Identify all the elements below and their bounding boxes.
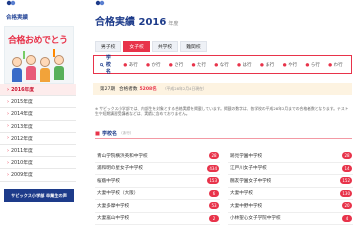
school-row[interactable]: 浦和明の星女子中学校 434 xyxy=(95,163,220,175)
year-item-2011[interactable]: › 2011年度 xyxy=(0,144,76,158)
result-label: 合格者数 xyxy=(119,87,138,92)
year-item-2012[interactable]: › 2012年度 xyxy=(0,132,76,145)
count-badge: 434 xyxy=(207,164,219,172)
chevron-right-icon: › xyxy=(7,147,9,154)
term-label: 第27期 xyxy=(100,87,116,92)
kana-filter-ma[interactable]: ● ま行 xyxy=(260,62,274,68)
school-type-tabs: 男子校 女子校 共学校 難関校 xyxy=(95,41,207,52)
graduate-voices-button[interactable]: サピックス小学部 卒業生の声 xyxy=(4,189,74,202)
chevron-right-icon: › xyxy=(7,171,9,178)
search-icon xyxy=(100,62,104,67)
count-badge: 14 xyxy=(342,164,352,172)
section-title: 学校名 （あ行） xyxy=(95,130,133,137)
year-item-2010[interactable]: › 2010年度 xyxy=(0,157,76,170)
kana-filter-ya[interactable]: ● や行 xyxy=(283,62,297,68)
banner-text: 合格おめでとう xyxy=(8,36,68,46)
student-illustration xyxy=(53,55,64,81)
page-title-suffix: 年度 xyxy=(168,21,179,27)
disclaimer-text: ※ サピックス小学部では、内部生を対象とする合格実績を掲載しています。掲載の数字… xyxy=(95,106,349,117)
count-badge: 4 xyxy=(342,214,352,222)
school-row[interactable]: 大妻多摩中学校 53 xyxy=(95,200,220,213)
school-row[interactable]: 大妻中野中学校 20 xyxy=(228,200,353,213)
school-row[interactable]: 大妻中学校 130 xyxy=(228,188,353,200)
count-badge: 28 xyxy=(209,152,219,160)
student-illustration xyxy=(39,57,50,83)
school-name-kana-filter: 学校名 ● あ行 ● か行 ● さ行 ● た行 ● な行 ● は行 ● ま行 ●… xyxy=(93,54,352,75)
section-marker-icon xyxy=(95,131,100,136)
chevron-right-icon: › xyxy=(7,98,9,105)
school-row[interactable]: 小林聖心女子学院中学校 4 xyxy=(228,213,353,225)
school-row[interactable]: 青山学院横浜英和中学校 28 xyxy=(95,150,220,163)
year-item-2014[interactable]: › 2014年度 xyxy=(0,108,76,121)
chevron-right-icon: › xyxy=(7,123,9,130)
student-illustration xyxy=(25,55,36,81)
kana-filter-ha[interactable]: ● は行 xyxy=(237,62,251,68)
school-row[interactable]: 大妻中学校（大阪） 6 xyxy=(95,188,220,200)
year-item-2016[interactable]: › 2016年度 xyxy=(0,84,76,97)
count-badge: 53 xyxy=(209,202,219,210)
total-results-bar: 第27期 合格者数 5208名 （平成28年2月4日現在） xyxy=(93,83,352,95)
count-badge: 20 xyxy=(342,202,352,210)
main-content: 合格実績 2016 年度 男子校 女子校 共学校 難関校 学校名 ● あ行 ● か… xyxy=(89,0,360,240)
count-badge: 6 xyxy=(209,189,219,197)
kana-filter-a[interactable]: ● あ行 xyxy=(123,62,137,68)
chevron-right-icon: › xyxy=(7,86,10,93)
kana-filter-wa[interactable]: ● わ行 xyxy=(328,62,342,68)
kana-filter-ka[interactable]: ● か行 xyxy=(146,62,160,68)
total-count: 5208名 xyxy=(139,87,157,92)
year-item-2013[interactable]: › 2013年度 xyxy=(0,120,76,133)
count-badge: 130 xyxy=(340,189,352,197)
school-list: 青山学院横浜英和中学校 28 跡見学園中学校 28 浦和明の星女子中学校 434 江戸… xyxy=(95,150,353,225)
school-row[interactable]: 江戸川女子中学校 14 xyxy=(228,163,353,175)
chevron-right-icon: › xyxy=(7,110,9,117)
sidebar: 合格実績 合格おめでとう › 2016年度 › 2015年度 › 2014年度 › 20… xyxy=(0,0,76,240)
count-badge: 28 xyxy=(342,152,352,160)
tab-top-school[interactable]: 難関校 xyxy=(180,41,207,52)
section-subtitle: （あ行） xyxy=(119,131,134,135)
tab-girls-school[interactable]: 女子校 xyxy=(123,41,150,52)
chevron-right-icon: › xyxy=(7,135,9,142)
year-list: › 2016年度 › 2015年度 › 2014年度 › 2013年度 › 2012年度 … xyxy=(0,84,76,182)
section-divider xyxy=(95,138,352,139)
page-title: 合格実績 2016 年度 xyxy=(95,17,179,28)
school-row[interactable]: 跡見学園中学校 28 xyxy=(228,150,353,163)
count-badge: 152 xyxy=(340,177,352,185)
school-row[interactable]: 大妻嵐山中学校 2 xyxy=(95,213,220,225)
school-row[interactable]: 桜蔭中学校 153 xyxy=(95,175,220,188)
sapix-logo-icon xyxy=(95,0,105,6)
sapix-logo-icon xyxy=(6,0,16,6)
tab-coed-school[interactable]: 共学校 xyxy=(151,41,179,52)
search-label: 学校名 xyxy=(100,54,115,75)
sidebar-title: 合格実績 xyxy=(6,15,29,21)
year-item-2009[interactable]: › 2009年度 xyxy=(0,169,76,182)
count-badge: 153 xyxy=(207,177,219,185)
student-illustration xyxy=(11,57,22,83)
kana-filter-sa[interactable]: ● さ行 xyxy=(169,62,183,68)
chevron-right-icon: › xyxy=(7,159,9,166)
count-badge: 2 xyxy=(209,214,219,222)
kana-filter-na[interactable]: ● な行 xyxy=(214,62,228,68)
kana-filter-ta[interactable]: ● た行 xyxy=(192,62,206,68)
school-row[interactable]: 鷗友学園女子中学校 152 xyxy=(228,175,353,188)
year-item-2015[interactable]: › 2015年度 xyxy=(0,96,76,109)
kana-filter-ra[interactable]: ● ら行 xyxy=(305,62,319,68)
tab-boys-school[interactable]: 男子校 xyxy=(95,41,122,52)
congratulations-banner: 合格おめでとう xyxy=(4,26,74,84)
result-date-note: （平成28年2月4日現在） xyxy=(162,86,207,91)
